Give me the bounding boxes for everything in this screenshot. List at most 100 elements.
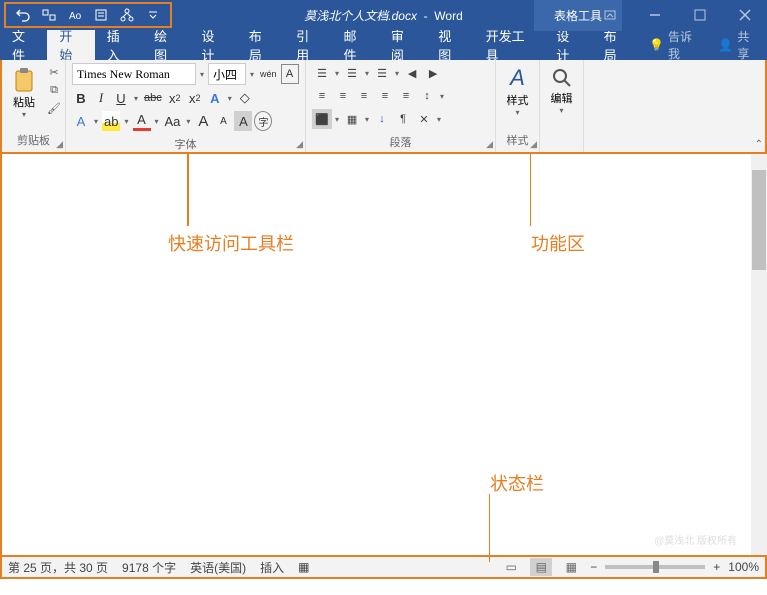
chevron-down-icon[interactable]: ▾ <box>198 70 206 79</box>
chevron-down-icon[interactable]: ▾ <box>132 94 140 103</box>
styles-button[interactable]: A <box>504 64 532 92</box>
tab-design[interactable]: 设计 <box>189 30 236 60</box>
bold-button[interactable]: B <box>72 88 90 108</box>
tab-mailings[interactable]: 邮件 <box>332 30 379 60</box>
align-left-button[interactable]: ≡ <box>312 86 332 106</box>
tab-review[interactable]: 审阅 <box>379 30 426 60</box>
chevron-down-icon[interactable]: ▾ <box>363 115 371 124</box>
chevron-down-icon[interactable]: ▾ <box>153 117 161 126</box>
print-layout-icon[interactable]: ▤ <box>530 558 552 576</box>
zoom-in-icon[interactable]: + <box>713 560 720 574</box>
tab-home[interactable]: 开始 <box>47 30 94 60</box>
text-effects-button[interactable]: A <box>206 88 224 108</box>
editing-label[interactable]: 编辑 <box>551 90 573 106</box>
chevron-down-icon[interactable]: ▾ <box>513 108 521 117</box>
highlight-button[interactable]: ab <box>102 111 120 131</box>
paragraph-launcher-icon[interactable]: ◢ <box>486 139 493 150</box>
change-case-button[interactable]: Aa <box>163 111 183 131</box>
tab-file[interactable]: 文件 <box>0 30 47 60</box>
clear-format-icon[interactable]: ◇ <box>236 88 254 108</box>
chevron-down-icon[interactable]: ▾ <box>333 69 341 78</box>
styles-launcher-icon[interactable]: ◢ <box>530 139 537 150</box>
italic-button[interactable]: I <box>92 88 110 108</box>
maximize-icon[interactable] <box>677 0 722 30</box>
grow-font-button[interactable]: A <box>194 111 212 131</box>
chevron-down-icon[interactable]: ▾ <box>184 117 192 126</box>
scroll-thumb[interactable] <box>752 170 766 270</box>
read-aloud-icon[interactable]: Ao <box>64 4 86 26</box>
distributed-button[interactable]: ≡ <box>396 86 416 106</box>
font-color-button[interactable]: A <box>133 111 151 131</box>
numbering-button[interactable]: ☰ <box>342 63 362 83</box>
status-word-count[interactable]: 9178 个字 <box>122 559 176 576</box>
chevron-down-icon[interactable]: ▾ <box>92 117 100 126</box>
shrink-font-button[interactable]: A <box>214 111 232 131</box>
chevron-down-icon[interactable]: ▾ <box>248 70 256 79</box>
char-shading-button[interactable]: A <box>234 111 252 131</box>
zoom-out-icon[interactable]: − <box>590 560 597 574</box>
superscript-button[interactable]: x2 <box>186 88 204 108</box>
asian-layout-button[interactable]: ✕ <box>414 109 434 129</box>
chevron-down-icon[interactable]: ▾ <box>393 69 401 78</box>
document-area[interactable]: 快速访问工具栏 功能区 状态栏 @莫浅北 版权所有 <box>0 154 767 555</box>
properties-icon[interactable] <box>90 4 112 26</box>
zoom-slider-handle[interactable] <box>653 561 659 573</box>
tell-me-search[interactable]: 💡 告诉我 <box>639 30 708 60</box>
shading-button[interactable]: ⬛ <box>312 109 332 129</box>
text-effects-2-button[interactable]: A <box>72 111 90 131</box>
status-page[interactable]: 第 25 页，共 30 页 <box>8 559 108 576</box>
macro-record-icon[interactable]: ▦ <box>298 560 309 574</box>
format-painter-icon[interactable]: 🖌 <box>44 100 64 116</box>
tab-developer[interactable]: 开发工具 <box>474 30 545 60</box>
minimize-icon[interactable] <box>632 0 677 30</box>
chevron-down-icon[interactable]: ▾ <box>438 92 446 101</box>
qat-more-icon[interactable] <box>142 4 164 26</box>
status-insert-mode[interactable]: 插入 <box>260 559 284 576</box>
read-mode-icon[interactable]: ▭ <box>500 558 522 576</box>
subscript-button[interactable]: x2 <box>166 88 184 108</box>
tab-draw[interactable]: 绘图 <box>142 30 189 60</box>
tab-view[interactable]: 视图 <box>426 30 473 60</box>
char-border-button[interactable]: A <box>281 64 299 84</box>
show-marks-button[interactable]: ¶ <box>393 109 413 129</box>
justify-button[interactable]: ≡ <box>375 86 395 106</box>
enclose-char-button[interactable]: 字 <box>254 111 272 131</box>
tab-table-layout[interactable]: 布局 <box>592 30 639 60</box>
align-center-button[interactable]: ≡ <box>333 86 353 106</box>
align-right-button[interactable]: ≡ <box>354 86 374 106</box>
find-icon[interactable] <box>550 66 574 90</box>
styles-label[interactable]: 样式 <box>507 92 529 108</box>
chevron-down-icon[interactable]: ▾ <box>557 106 565 115</box>
line-spacing-button[interactable]: ↕ <box>417 86 437 106</box>
ribbon-options-icon[interactable] <box>587 0 632 30</box>
clipboard-launcher-icon[interactable]: ◢ <box>56 139 63 150</box>
collapse-ribbon-icon[interactable]: ⌃ <box>755 139 763 150</box>
chevron-down-icon[interactable]: ▾ <box>333 115 341 124</box>
copy-icon[interactable]: ⧉ <box>44 82 64 98</box>
chevron-down-icon[interactable]: ▾ <box>122 117 130 126</box>
status-language[interactable]: 英语(美国) <box>190 559 246 576</box>
borders-button[interactable]: ▦ <box>342 109 362 129</box>
multilevel-list-button[interactable]: ☰ <box>372 63 392 83</box>
font-launcher-icon[interactable]: ◢ <box>296 139 303 150</box>
share-button[interactable]: 👤 共享 <box>708 30 767 60</box>
font-size-input[interactable] <box>208 63 246 85</box>
relations-icon[interactable] <box>116 4 138 26</box>
chevron-down-icon[interactable]: ▾ <box>363 69 371 78</box>
chevron-down-icon[interactable]: ▾ <box>435 115 443 124</box>
undo-icon[interactable] <box>12 4 34 26</box>
decrease-indent-button[interactable]: ◀ <box>402 63 422 83</box>
tab-layout[interactable]: 布局 <box>237 30 284 60</box>
close-icon[interactable] <box>722 0 767 30</box>
touch-mode-icon[interactable] <box>38 4 60 26</box>
tab-references[interactable]: 引用 <box>284 30 331 60</box>
web-layout-icon[interactable]: ▦ <box>560 558 582 576</box>
cut-icon[interactable]: ✂ <box>44 64 64 80</box>
bullets-button[interactable]: ☰ <box>312 63 332 83</box>
tab-insert[interactable]: 插入 <box>95 30 142 60</box>
paste-button[interactable]: 粘贴 ▾ <box>6 64 42 121</box>
zoom-slider[interactable] <box>605 565 705 569</box>
vertical-scrollbar[interactable] <box>751 154 767 555</box>
increase-indent-button[interactable]: ▶ <box>423 63 443 83</box>
tab-table-design[interactable]: 设计 <box>544 30 591 60</box>
